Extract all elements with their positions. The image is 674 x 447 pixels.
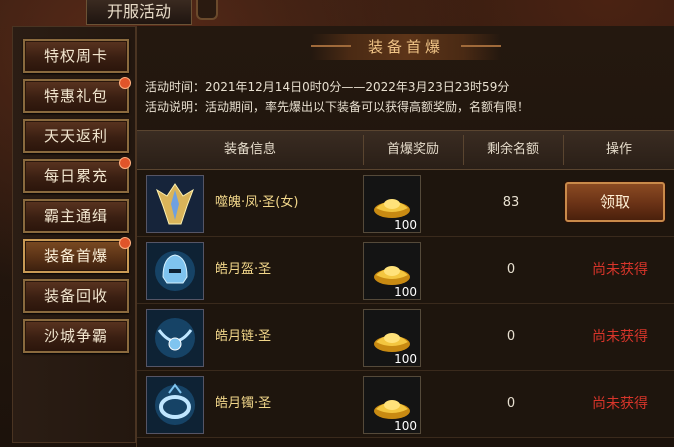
helmet-icon[interactable]: [146, 242, 204, 300]
item-name: 噬魄·凤·圣(女): [215, 195, 299, 210]
sidebar: 特权周卡 特惠礼包 天天返利 每日累充 霸主通缉 装备首爆 装备回收 沙城争霸: [12, 26, 136, 443]
frame-ornament: [196, 0, 218, 20]
sidebar-item-daily-rebate[interactable]: 天天返利: [23, 119, 129, 153]
sidebar-item-recycle[interactable]: 装备回收: [23, 279, 129, 313]
table-header: 装备信息 首爆奖励 剩余名额 操作: [137, 130, 674, 170]
reward-quantity: 100: [394, 218, 417, 232]
sidebar-item-label: 沙城争霸: [43, 327, 108, 345]
reward-quantity: 100: [394, 419, 417, 433]
sidebar-item-label: 特权周卡: [43, 47, 108, 65]
sidebar-item-first-drop[interactable]: 装备首爆: [23, 237, 131, 273]
item-name: 皓月链·圣: [215, 329, 272, 344]
notification-dot-icon: [119, 237, 131, 249]
sidebar-item-daily-recharge[interactable]: 每日累充: [23, 157, 131, 193]
sidebar-item-weekly-card[interactable]: 特权周卡: [23, 39, 129, 73]
item-name: 皓月盔·圣: [215, 262, 272, 277]
sidebar-item-gift-pack[interactable]: 特惠礼包: [23, 77, 131, 113]
table-row: 噬魄·凤·圣(女) 100 83 领取: [137, 170, 674, 237]
column-header: 首爆奖励: [386, 142, 439, 157]
remaining-count: 83: [502, 195, 520, 210]
table-row: 皓月盔·圣 100 0 尚未获得: [137, 237, 674, 304]
main-panel: 装备首爆 活动时间：2021年12月14日0时0分——2022年3月23日23时…: [136, 26, 674, 447]
reward-slot[interactable]: 100: [363, 175, 421, 233]
sidebar-item-label: 装备首爆: [43, 247, 108, 265]
sidebar-item-bounty[interactable]: 霸主通缉: [23, 199, 129, 233]
notification-dot-icon: [119, 77, 131, 89]
sidebar-item-label: 霸主通缉: [43, 207, 108, 225]
reward-slot[interactable]: 100: [363, 242, 421, 300]
sidebar-item-castle-war[interactable]: 沙城争霸: [23, 319, 129, 353]
status-text: 尚未获得: [592, 396, 648, 412]
reward-slot[interactable]: 100: [363, 309, 421, 367]
reward-quantity: 100: [394, 285, 417, 299]
reward-slot[interactable]: 100: [363, 376, 421, 434]
status-text: 尚未获得: [592, 262, 648, 278]
table-row: 皓月镯·圣 100 0 尚未获得: [137, 371, 674, 438]
claim-button[interactable]: 领取: [565, 182, 665, 222]
column-header: 操作: [605, 142, 632, 157]
remaining-count: 0: [506, 396, 516, 411]
sidebar-item-label: 每日累充: [43, 167, 108, 185]
necklace-icon[interactable]: [146, 309, 204, 367]
sidebar-item-label: 装备回收: [43, 287, 108, 305]
remaining-count: 0: [506, 329, 516, 344]
reward-quantity: 100: [394, 352, 417, 366]
remaining-count: 0: [506, 262, 516, 277]
section-banner: 装备首爆: [311, 34, 501, 60]
notification-dot-icon: [119, 157, 131, 169]
sidebar-item-label: 天天返利: [43, 127, 108, 145]
sidebar-item-label: 特惠礼包: [43, 87, 108, 105]
item-name: 皓月镯·圣: [215, 396, 272, 411]
table-row: 皓月链·圣 100 0 尚未获得: [137, 304, 674, 371]
activity-description: 活动说明：活动期间，率先爆出以下装备可以获得高额奖励，名额有限！: [145, 100, 530, 114]
window-title: 开服活动: [86, 0, 192, 25]
column-header: 装备信息: [223, 142, 276, 157]
column-header: 剩余名额: [486, 142, 539, 157]
status-text: 尚未获得: [592, 329, 648, 345]
bracelet-icon[interactable]: [146, 376, 204, 434]
activity-time: 活动时间：2021年12月14日0时0分——2022年3月23日23时59分: [145, 80, 510, 94]
phoenix-armor-icon[interactable]: [146, 175, 204, 233]
